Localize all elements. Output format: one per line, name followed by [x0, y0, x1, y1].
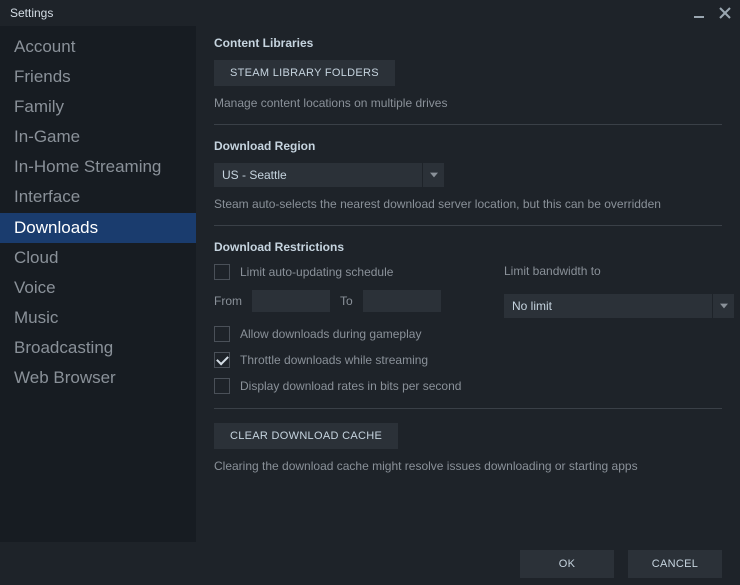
sidebar-item-web-browser[interactable]: Web Browser — [0, 363, 196, 393]
main-panel: Content Libraries STEAM LIBRARY FOLDERS … — [196, 26, 740, 542]
time-from-to-row: From To — [214, 290, 464, 312]
ok-button[interactable]: OK — [520, 550, 614, 578]
section-title-download-restrictions: Download Restrictions — [214, 240, 722, 254]
sidebar-item-family[interactable]: Family — [0, 92, 196, 122]
from-time-input[interactable] — [252, 290, 330, 312]
allow-gameplay-label[interactable]: Allow downloads during gameplay — [240, 327, 421, 341]
sidebar-item-label: Family — [14, 97, 64, 116]
display-bits-label[interactable]: Display download rates in bits per secon… — [240, 379, 461, 393]
throttle-streaming-label[interactable]: Throttle downloads while streaming — [240, 353, 428, 367]
restrictions-left-col: Limit auto-updating schedule From To — [214, 264, 464, 326]
sidebar-item-in-game[interactable]: In-Game — [0, 122, 196, 152]
from-label: From — [214, 294, 242, 308]
sidebar-item-label: Downloads — [14, 218, 98, 237]
close-icon[interactable] — [718, 6, 732, 20]
sidebar-item-account[interactable]: Account — [0, 32, 196, 62]
sidebar-item-label: Friends — [14, 67, 71, 86]
sidebar-item-label: Web Browser — [14, 368, 116, 387]
allow-gameplay-checkbox[interactable] — [214, 326, 230, 342]
content-libraries-hint: Manage content locations on multiple dri… — [214, 96, 722, 110]
limit-schedule-row: Limit auto-updating schedule — [214, 264, 464, 280]
bandwidth-limit-value: No limit — [504, 299, 712, 313]
cache-hint: Clearing the download cache might resolv… — [214, 459, 722, 473]
sidebar-item-music[interactable]: Music — [0, 303, 196, 333]
download-region-value: US - Seattle — [214, 168, 422, 182]
download-region-select[interactable]: US - Seattle — [214, 163, 444, 187]
restrictions-grid: Limit auto-updating schedule From To Lim… — [214, 264, 722, 326]
window-title: Settings — [10, 6, 53, 20]
sidebar-item-label: Broadcasting — [14, 338, 113, 357]
sidebar-item-label: In-Game — [14, 127, 80, 146]
throttle-streaming-row: Throttle downloads while streaming — [214, 352, 722, 368]
sidebar-item-voice[interactable]: Voice — [0, 273, 196, 303]
window-controls — [692, 6, 732, 20]
bandwidth-label: Limit bandwidth to — [504, 264, 734, 278]
sidebar-item-label: Voice — [14, 278, 56, 297]
sidebar-item-label: Cloud — [14, 248, 58, 267]
section-title-content-libraries: Content Libraries — [214, 36, 722, 50]
sidebar: Account Friends Family In-Game In-Home S… — [0, 26, 196, 542]
divider — [214, 124, 722, 125]
minimize-icon[interactable] — [692, 6, 706, 20]
chevron-down-icon — [422, 163, 444, 187]
display-bits-checkbox[interactable] — [214, 378, 230, 394]
display-bits-row: Display download rates in bits per secon… — [214, 378, 722, 394]
section-title-download-region: Download Region — [214, 139, 722, 153]
sidebar-item-broadcasting[interactable]: Broadcasting — [0, 333, 196, 363]
to-time-input[interactable] — [363, 290, 441, 312]
to-label: To — [340, 294, 353, 308]
limit-schedule-label[interactable]: Limit auto-updating schedule — [240, 265, 393, 279]
cancel-button[interactable]: CANCEL — [628, 550, 722, 578]
steam-library-folders-button[interactable]: STEAM LIBRARY FOLDERS — [214, 60, 395, 86]
download-region-hint: Steam auto-selects the nearest download … — [214, 197, 722, 211]
throttle-streaming-checkbox[interactable] — [214, 352, 230, 368]
clear-download-cache-button[interactable]: CLEAR DOWNLOAD CACHE — [214, 423, 398, 449]
sidebar-item-label: Music — [14, 308, 58, 327]
sidebar-item-cloud[interactable]: Cloud — [0, 243, 196, 273]
titlebar: Settings — [0, 0, 740, 26]
bandwidth-limit-select[interactable]: No limit — [504, 294, 734, 318]
sidebar-item-label: In-Home Streaming — [14, 157, 161, 176]
sidebar-item-friends[interactable]: Friends — [0, 62, 196, 92]
chevron-down-icon — [712, 294, 734, 318]
sidebar-item-label: Interface — [14, 187, 80, 206]
divider — [214, 408, 722, 409]
footer: OK CANCEL — [0, 542, 740, 585]
limit-schedule-checkbox[interactable] — [214, 264, 230, 280]
divider — [214, 225, 722, 226]
restrictions-right-col: Limit bandwidth to No limit — [504, 264, 734, 326]
body: Account Friends Family In-Game In-Home S… — [0, 26, 740, 542]
sidebar-item-downloads[interactable]: Downloads — [0, 213, 196, 243]
sidebar-item-in-home-streaming[interactable]: In-Home Streaming — [0, 152, 196, 182]
allow-gameplay-row: Allow downloads during gameplay — [214, 326, 722, 342]
sidebar-item-label: Account — [14, 37, 75, 56]
sidebar-item-interface[interactable]: Interface — [0, 182, 196, 212]
